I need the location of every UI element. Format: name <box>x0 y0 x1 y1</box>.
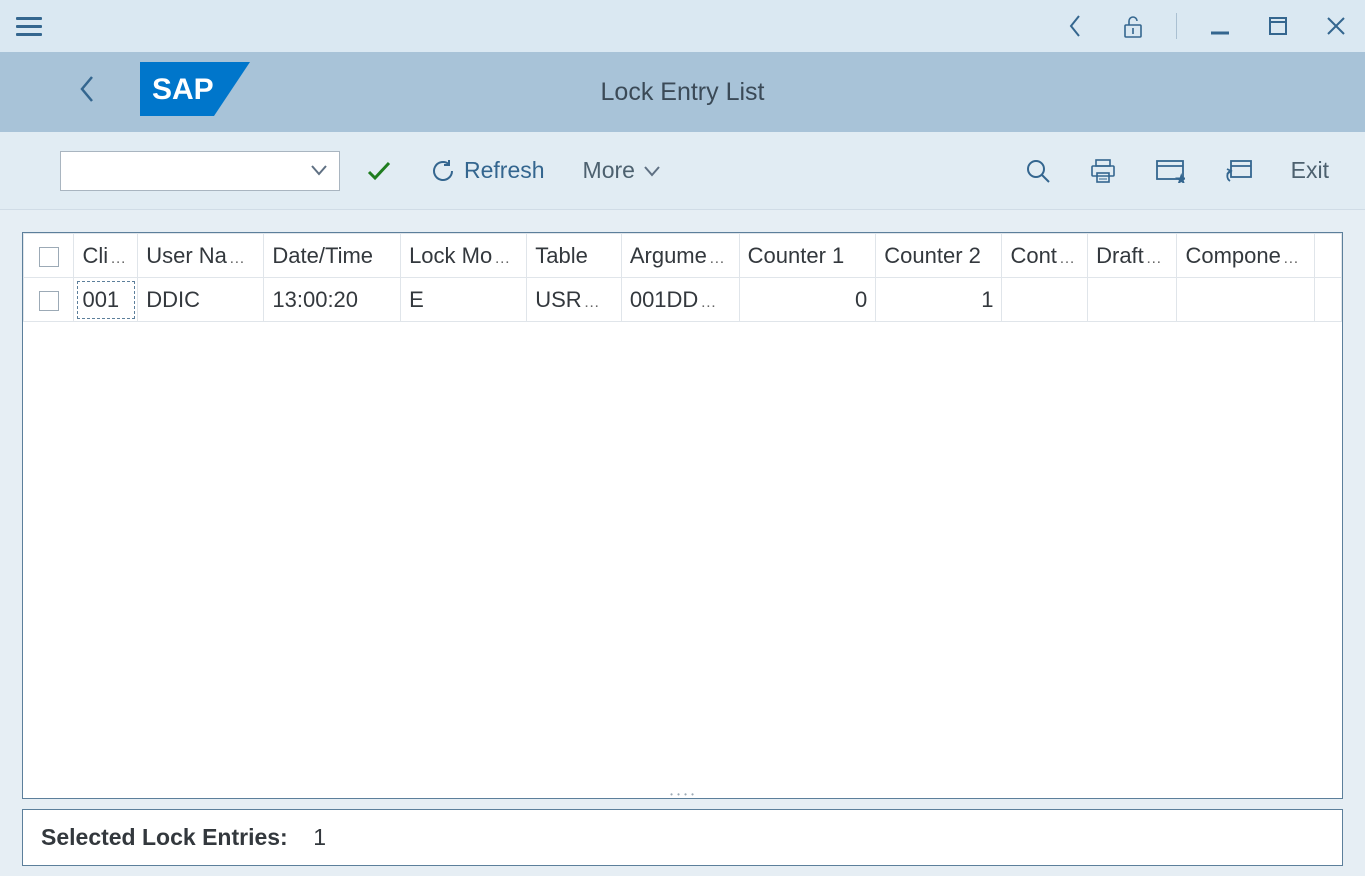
scroll-column <box>1314 234 1341 278</box>
refresh-button[interactable]: Refresh <box>418 151 557 191</box>
more-button[interactable]: More <box>571 151 673 191</box>
chevron-left-icon <box>1067 13 1083 39</box>
selection-status: Selected Lock Entries: 1 <box>22 809 1343 866</box>
status-count: 1 <box>313 824 326 850</box>
cell-argument[interactable]: 001DD <box>621 278 739 322</box>
exit-label: Exit <box>1291 157 1329 184</box>
column-header-argument[interactable]: Argume <box>621 234 739 278</box>
cell-user[interactable]: DDIC <box>138 278 264 322</box>
close-icon <box>1325 15 1347 37</box>
separator <box>1176 13 1177 39</box>
column-header-lockmode[interactable]: Lock Mo <box>401 234 527 278</box>
cell-tabname[interactable]: USR <box>527 278 622 322</box>
app-header: SAP Lock Entry List <box>0 52 1365 132</box>
shortcut-icon <box>1223 159 1253 183</box>
print-button[interactable] <box>1077 151 1129 191</box>
unlock-button[interactable] <box>1118 11 1148 41</box>
shortcut-button[interactable] <box>1211 151 1265 191</box>
cell-component[interactable] <box>1177 278 1314 322</box>
table-header-row: CliUser NaDate/TimeLock MoTableArgumeCou… <box>24 234 1342 278</box>
cell-counter2[interactable]: 1 <box>876 278 1002 322</box>
refresh-label: Refresh <box>464 157 545 184</box>
checkbox-icon <box>39 291 59 311</box>
column-header-component[interactable]: Compone <box>1177 234 1314 278</box>
search-icon <box>1025 158 1051 184</box>
new-window-button[interactable]: ★ <box>1143 151 1197 191</box>
cell-context[interactable] <box>1002 278 1088 322</box>
chevron-down-icon[interactable] <box>309 159 329 183</box>
new-window-icon: ★ <box>1155 159 1185 183</box>
svg-text:★: ★ <box>1175 171 1185 183</box>
menu-button[interactable] <box>14 11 44 41</box>
column-header-time[interactable]: Date/Time <box>264 234 401 278</box>
column-header-user[interactable]: User Na <box>138 234 264 278</box>
close-button[interactable] <box>1321 11 1351 41</box>
scroll-cell <box>1314 278 1341 322</box>
row-select-checkbox[interactable] <box>24 278 74 322</box>
column-header-tabname[interactable]: Table <box>527 234 622 278</box>
cell-lockmode[interactable]: E <box>401 278 527 322</box>
cell-counter1[interactable]: 0 <box>739 278 876 322</box>
lock-table-frame: CliUser NaDate/TimeLock MoTableArgumeCou… <box>22 232 1343 799</box>
sap-logo: SAP <box>140 62 250 122</box>
chevron-down-icon <box>643 165 661 177</box>
prev-button[interactable] <box>1060 11 1090 41</box>
column-header-counter2[interactable]: Counter 2 <box>876 234 1002 278</box>
exit-button[interactable]: Exit <box>1279 151 1341 191</box>
back-button[interactable] <box>78 73 98 111</box>
column-header-counter1[interactable]: Counter 1 <box>739 234 876 278</box>
app-toolbar: Refresh More ★ Exit <box>0 132 1365 210</box>
maximize-button[interactable] <box>1263 11 1293 41</box>
column-header-client[interactable]: Cli <box>74 234 138 278</box>
minimize-icon <box>1209 15 1231 37</box>
search-button[interactable] <box>1013 151 1063 191</box>
cell-time[interactable]: 13:00:20 <box>264 278 401 322</box>
select-all-header[interactable] <box>24 234 74 278</box>
chevron-left-icon <box>78 73 98 105</box>
system-bar <box>0 0 1365 52</box>
lock-table: CliUser NaDate/TimeLock MoTableArgumeCou… <box>23 233 1342 322</box>
unlock-icon <box>1121 13 1145 39</box>
column-header-context[interactable]: Cont <box>1002 234 1088 278</box>
checkbox-icon <box>39 247 59 267</box>
check-icon <box>366 160 392 182</box>
content-area: CliUser NaDate/TimeLock MoTableArgumeCou… <box>0 210 1365 876</box>
print-icon <box>1089 158 1117 184</box>
maximize-icon <box>1267 15 1289 37</box>
minimize-button[interactable] <box>1205 11 1235 41</box>
menu-icon <box>16 17 42 36</box>
status-label: Selected Lock Entries: <box>41 824 288 850</box>
table-resize-handle[interactable]: • • • • <box>23 790 1342 798</box>
command-field[interactable] <box>60 151 340 191</box>
cell-draft[interactable] <box>1088 278 1177 322</box>
refresh-icon <box>430 158 456 184</box>
more-label: More <box>583 157 635 184</box>
accept-button[interactable] <box>354 151 404 191</box>
cell-client[interactable]: 001 <box>74 278 138 322</box>
svg-text:SAP: SAP <box>152 73 214 106</box>
table-row[interactable]: 001DDIC13:00:20EUSR001DD01 <box>24 278 1342 322</box>
column-header-draft[interactable]: Draft <box>1088 234 1177 278</box>
